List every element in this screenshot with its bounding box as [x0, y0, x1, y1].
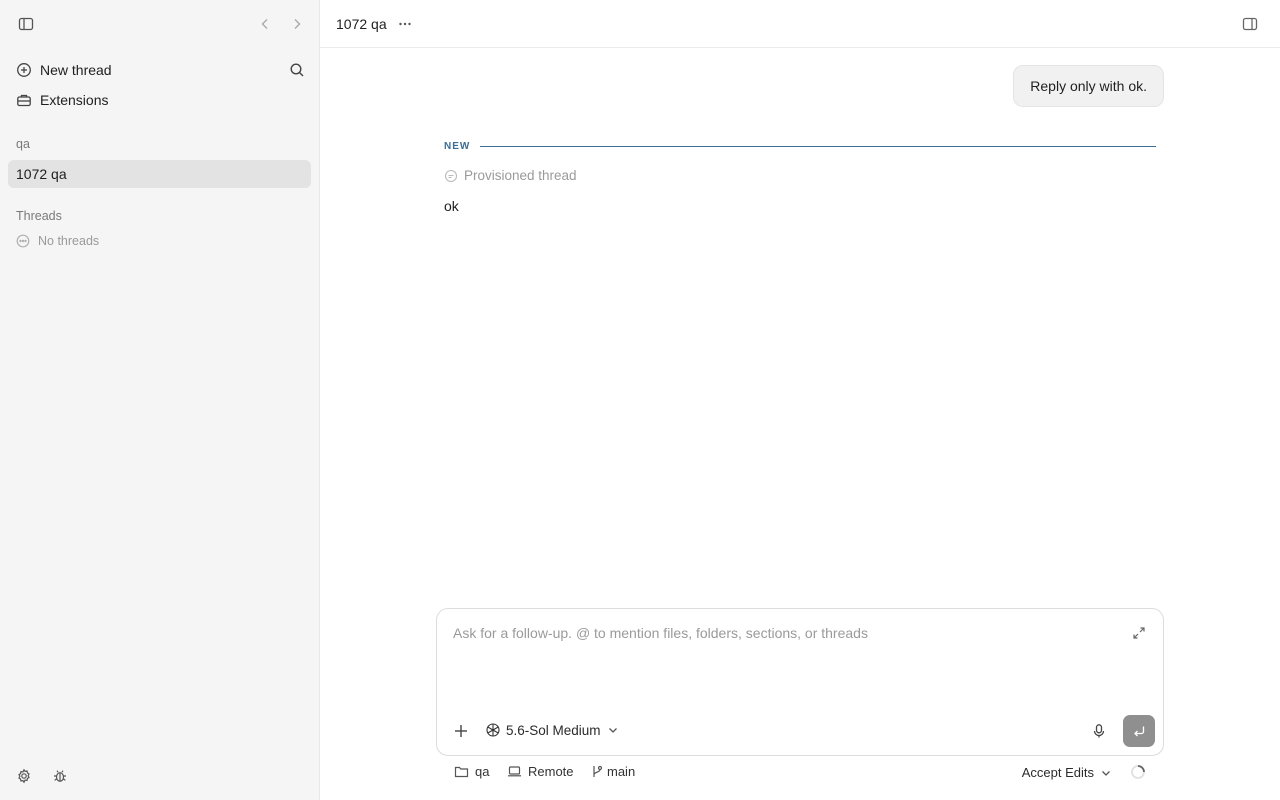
folder-label: qa	[475, 764, 490, 779]
status-label: Provisioned thread	[464, 168, 577, 183]
sidebar-header	[0, 0, 319, 48]
page-title: 1072 qa	[336, 16, 387, 32]
ellipsis-icon[interactable]	[398, 17, 412, 31]
environment-selector[interactable]: Remote	[507, 764, 574, 779]
composer[interactable]: Ask for a follow-up. @ to mention files,…	[436, 608, 1164, 756]
chevron-left-icon[interactable]	[258, 16, 272, 32]
spinner-icon	[1130, 764, 1146, 780]
model-label: 5.6-Sol Medium	[506, 722, 601, 738]
threads-section-label: Threads	[16, 209, 62, 223]
divider-line	[480, 145, 1156, 147]
gear-icon[interactable]	[16, 768, 32, 784]
sidebar-item-1072-qa[interactable]: 1072 qa	[8, 160, 311, 188]
model-selector[interactable]: 5.6-Sol Medium	[485, 722, 619, 738]
edit-mode-label: Accept Edits	[1021, 765, 1094, 780]
chevron-down-icon	[607, 724, 619, 736]
new-thread-button[interactable]: New thread	[8, 56, 311, 84]
new-thread-label: New thread	[40, 62, 112, 78]
folder-selector[interactable]: qa	[454, 764, 489, 779]
main-panel: 1072 qa Reply only with ok. NEW Provisio…	[320, 0, 1280, 800]
environment-label: Remote	[528, 764, 574, 779]
composer-footer: qa Remote main Accept Edits	[436, 760, 1164, 784]
new-label: NEW	[444, 140, 471, 152]
empty-circle-icon	[16, 234, 30, 248]
panel-right-icon[interactable]	[1242, 16, 1258, 32]
user-message-text: Reply only with ok.	[1030, 78, 1147, 94]
extensions-label: Extensions	[40, 92, 109, 108]
chevron-right-icon[interactable]	[290, 16, 304, 32]
bug-icon[interactable]	[52, 768, 68, 784]
openai-logo-icon	[485, 722, 501, 738]
chevron-down-icon	[1100, 767, 1112, 779]
user-message: Reply only with ok.	[1013, 65, 1164, 107]
send-button[interactable]	[1123, 715, 1155, 747]
new-divider: NEW	[444, 139, 1156, 153]
composer-input[interactable]: Ask for a follow-up. @ to mention files,…	[453, 625, 868, 641]
extensions-button[interactable]: Extensions	[8, 86, 311, 114]
microphone-icon[interactable]	[1091, 723, 1107, 739]
edit-mode-selector[interactable]: Accept Edits	[1022, 765, 1112, 780]
status-icon	[444, 169, 458, 183]
send-icon	[1132, 724, 1146, 738]
expand-icon[interactable]	[1132, 626, 1146, 640]
branch-selector[interactable]: main	[591, 764, 635, 779]
branch-label: main	[607, 764, 636, 779]
laptop-icon	[507, 764, 522, 779]
no-threads-placeholder: No threads	[16, 234, 99, 248]
thread-status: Provisioned thread	[444, 168, 577, 183]
plus-circle-icon	[16, 62, 32, 78]
sidebar-item-label: 1072 qa	[16, 166, 67, 182]
git-branch-icon	[591, 764, 603, 779]
project-section-label: qa	[16, 137, 30, 151]
sidebar-toggle-icon[interactable]	[18, 16, 34, 32]
sidebar: New thread Extensions qa 1072 qa Threads…	[0, 0, 320, 800]
folder-icon	[454, 764, 469, 779]
assistant-reply: ok	[444, 198, 459, 214]
toolbox-icon	[16, 92, 32, 108]
no-threads-label: No threads	[38, 234, 100, 248]
top-bar: 1072 qa	[320, 0, 1280, 48]
search-icon[interactable]	[289, 62, 305, 78]
plus-icon[interactable]	[453, 723, 469, 739]
